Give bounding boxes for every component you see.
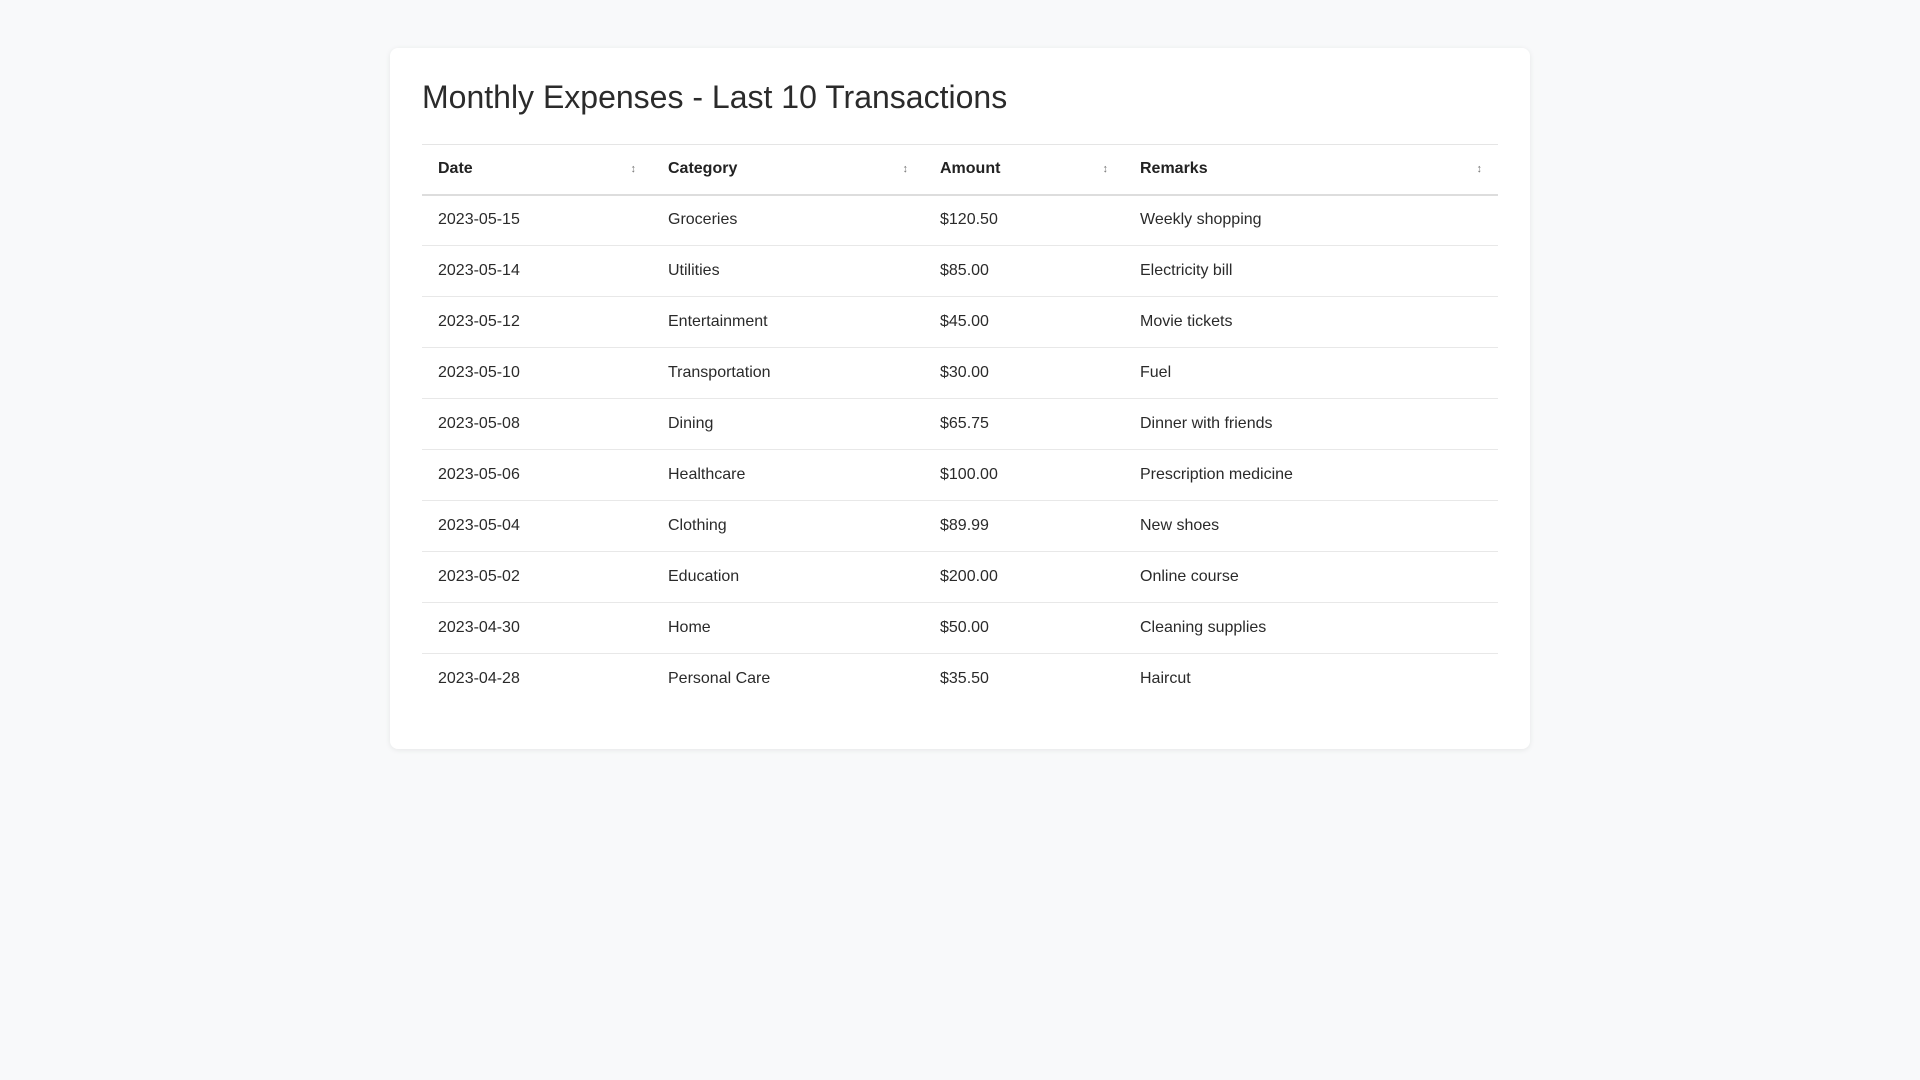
cell-category: Education (652, 551, 924, 603)
cell-date: 2023-05-15 (422, 194, 652, 246)
cell-remarks: Online course (1124, 551, 1498, 603)
cell-remarks: Electricity bill (1124, 245, 1498, 297)
cell-amount: $30.00 (924, 347, 1124, 399)
page-title: Monthly Expenses - Last 10 Transactions (422, 79, 1008, 115)
cell-amount: $100.00 (924, 449, 1124, 501)
sort-updown-icon[interactable]: ↕ (1103, 164, 1109, 175)
column-header-label: Date (438, 160, 473, 178)
table-row: 2023-05-10 Transportation $30.00 Fuel (422, 347, 1498, 399)
column-header-remarks[interactable]: Remarks ↕ (1124, 144, 1498, 196)
cell-date: 2023-05-10 (422, 347, 652, 399)
table-header-row: Date ↕ Category ↕ Amount ↕ Remarks ↕ (422, 144, 1498, 196)
table-row: 2023-05-06 Healthcare $100.00 Prescription … (422, 449, 1498, 501)
table-row: 2023-04-30 Home $50.00 Cleaning supplies (422, 602, 1498, 654)
table-row: 2023-05-02 Education $200.00 Online course (422, 551, 1498, 603)
cell-amount: $45.00 (924, 296, 1124, 348)
cell-category: Entertainment (652, 296, 924, 348)
cell-remarks: Prescription medicine (1124, 449, 1498, 501)
column-header-category[interactable]: Category ↕ (652, 144, 924, 196)
column-header-date[interactable]: Date ↕ (422, 144, 652, 196)
expenses-table: Date ↕ Category ↕ Amount ↕ Remarks ↕ 202… (422, 144, 1498, 705)
column-header-amount[interactable]: Amount ↕ (924, 144, 1124, 196)
cell-date: 2023-04-30 (422, 602, 652, 654)
cell-category: Clothing (652, 500, 924, 552)
cell-amount: $35.50 (940, 670, 989, 688)
sort-updown-icon[interactable]: ↕ (903, 164, 909, 175)
cell-category: Groceries (652, 194, 924, 246)
table-body: 2023-05-15 Groceries $120.50 Weekly shoppin… (422, 194, 1498, 705)
cell-amount: $89.99 (924, 500, 1124, 552)
cell-remarks: Fuel (1124, 347, 1498, 399)
cell-amount: $200.00 (924, 551, 1124, 603)
table-header: Date ↕ Category ↕ Amount ↕ Remarks ↕ (422, 144, 1498, 196)
table-row: 2023-05-14 Utilities $85.00 Electricity bil… (422, 245, 1498, 297)
sort-updown-icon[interactable]: ↕ (1477, 164, 1483, 175)
expenses-card: Monthly Expenses - Last 10 Transactions … (390, 48, 1530, 749)
cell-date: 2023-05-08 (422, 398, 652, 450)
cell-remarks: Weekly shopping (1124, 194, 1498, 246)
cell-amount: $65.75 (924, 398, 1124, 450)
cell-amount: $50.00 (924, 602, 1124, 654)
cell-category: Home (652, 602, 924, 654)
cell-category: Transportation (652, 347, 924, 399)
column-header-label: Remarks (1140, 160, 1208, 178)
cell-date: 2023-05-04 (422, 500, 652, 552)
table-row: 2023-05-08 Dining $65.75 Dinner with friend… (422, 398, 1498, 450)
cell-date: 2023-04-28 (438, 670, 520, 688)
cell-date: 2023-05-02 (422, 551, 652, 603)
cell-amount: $85.00 (924, 245, 1124, 297)
cell-date: 2023-05-06 (422, 449, 652, 501)
cell-category: Healthcare (652, 449, 924, 501)
column-header-label: Category (668, 160, 738, 178)
cell-remarks: Movie tickets (1124, 296, 1498, 348)
cell-remarks: Haircut (1140, 670, 1191, 688)
column-header-label: Amount (940, 160, 1001, 178)
table-row: 2023-05-15 Groceries $120.50 Weekly shoppin… (422, 194, 1498, 246)
table-row: 2023-05-04 Clothing $89.99 New shoes (422, 500, 1498, 552)
cell-amount: $120.50 (924, 194, 1124, 246)
sort-updown-icon[interactable]: ↕ (631, 164, 637, 175)
table-row: 2023-05-12 Entertainment $45.00 Movie ticke… (422, 296, 1498, 348)
cell-date: 2023-05-12 (422, 296, 652, 348)
cell-remarks: New shoes (1124, 500, 1498, 552)
cell-date: 2023-05-14 (422, 245, 652, 297)
cell-category: Utilities (652, 245, 924, 297)
cell-remarks: Cleaning supplies (1124, 602, 1498, 654)
cell-category: Personal Care (668, 670, 771, 688)
cell-remarks: Dinner with friends (1124, 398, 1498, 450)
cell-category: Dining (652, 398, 924, 450)
table-row: 2023-04-28 Personal Care $35.50 Haircut (422, 654, 1498, 705)
